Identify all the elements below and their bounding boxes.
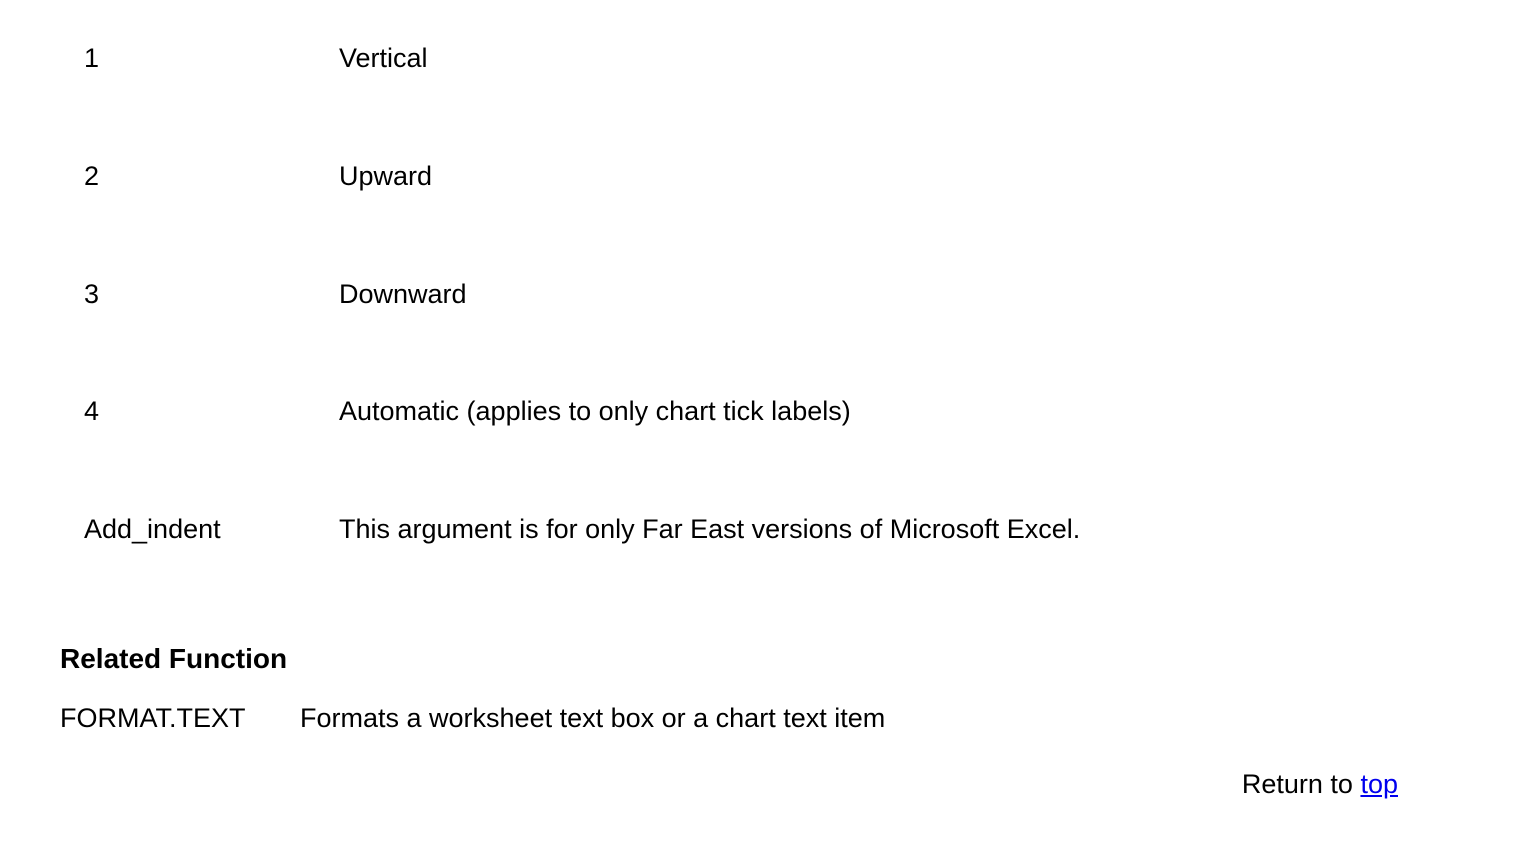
return-to-prefix: Return to xyxy=(1242,769,1361,799)
table-row: 1 Vertical xyxy=(84,40,1460,78)
param-key: 4 xyxy=(84,393,339,431)
param-value: Upward xyxy=(339,158,1460,196)
param-value: Automatic (applies to only chart tick la… xyxy=(339,393,1460,431)
param-value: Vertical xyxy=(339,40,1460,78)
param-key: Add_indent xyxy=(84,511,339,549)
param-key: 1 xyxy=(84,40,339,78)
related-function-name: FORMAT.TEXT xyxy=(60,700,300,738)
related-function-row: FORMAT.TEXT Formats a worksheet text box… xyxy=(60,700,1460,738)
related-function-desc: Formats a worksheet text box or a chart … xyxy=(300,700,1460,738)
table-row: Add_indent This argument is for only Far… xyxy=(84,511,1460,549)
return-to-top-link[interactable]: top xyxy=(1360,769,1398,799)
param-value: This argument is for only Far East versi… xyxy=(339,511,1460,549)
table-row: 4 Automatic (applies to only chart tick … xyxy=(84,393,1460,431)
param-value: Downward xyxy=(339,276,1460,314)
return-to-top-row: Return to top xyxy=(60,766,1460,804)
related-function-heading: Related Function xyxy=(60,639,1460,678)
table-row: 3 Downward xyxy=(84,276,1460,314)
table-row: 2 Upward xyxy=(84,158,1460,196)
param-key: 3 xyxy=(84,276,339,314)
parameter-table: 1 Vertical 2 Upward 3 Downward 4 Automat… xyxy=(84,40,1460,549)
param-key: 2 xyxy=(84,158,339,196)
